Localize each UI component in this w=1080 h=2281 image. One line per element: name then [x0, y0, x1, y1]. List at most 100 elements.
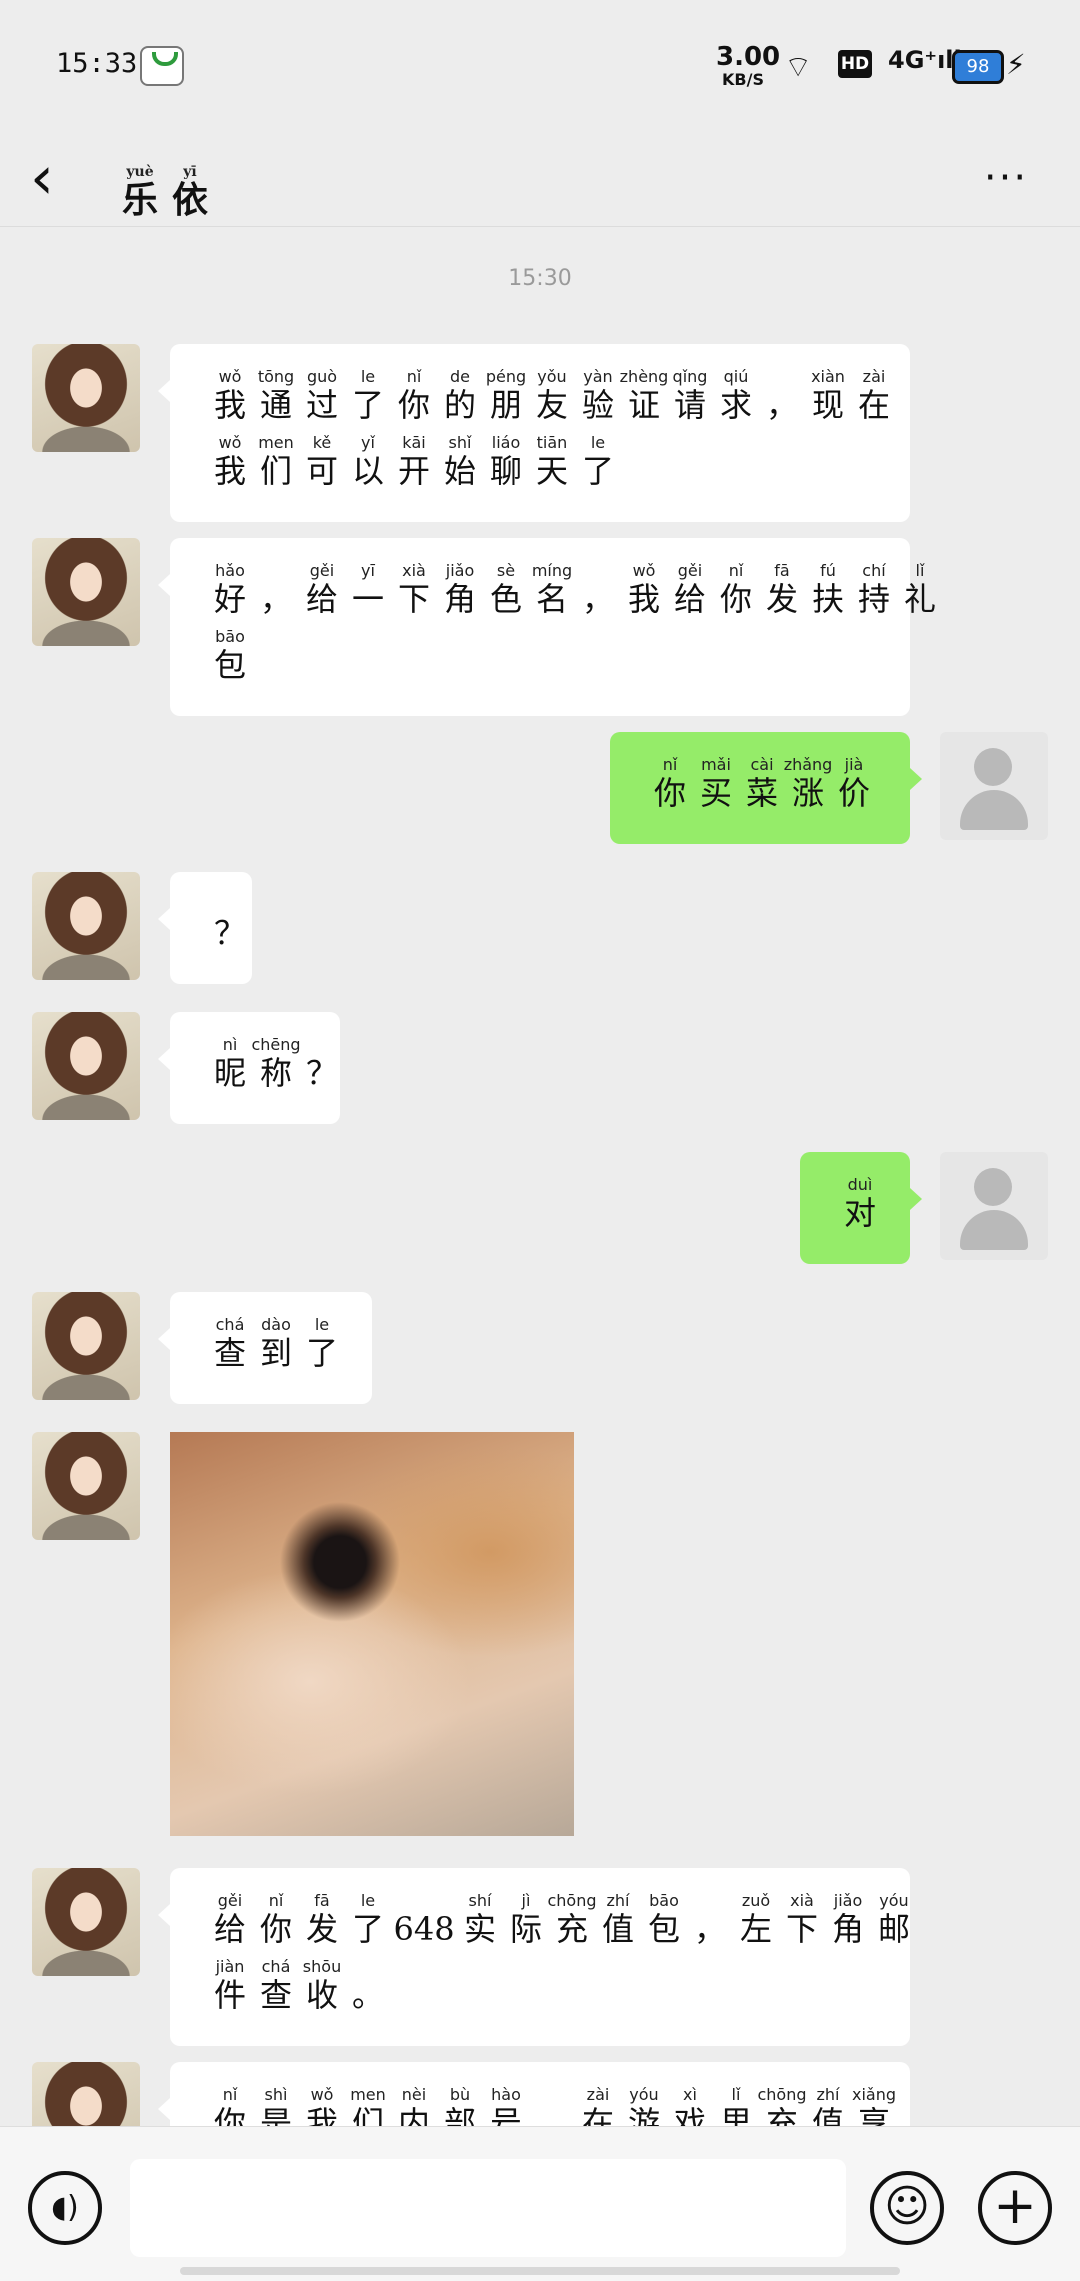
pinyin: hǎo: [215, 561, 245, 580]
hanzi: 在: [581, 2104, 614, 2126]
hanzi: 角: [831, 1910, 864, 1948]
message-line: gěi 给 nǐ 你 fā 发 le 了 648 shí 实 jì 际 chōng 充 zhí 值 bāo 包， zu…: [210, 1891, 910, 1949]
ruby-char: 。: [348, 1958, 388, 2014]
hanzi: 发: [765, 580, 798, 618]
message-bubble[interactable]: wǒ 我 tōng 通 guò 过 le 了 nǐ 你 de 的 péng 朋 yǒu 友 yàn 验 zhèng 证…: [158, 344, 910, 522]
contact-avatar[interactable]: [32, 1432, 140, 1540]
ruby-char: shōu 收: [302, 1958, 342, 2015]
ruby-char: bāo 包: [644, 1892, 684, 1949]
hanzi: 游: [627, 2104, 660, 2126]
pinyin: xià: [790, 1891, 814, 1910]
contact-avatar[interactable]: [32, 538, 140, 646]
message-bubble[interactable]: nǐ 你 shì 是 wǒ 我 men 们 nèi 内 bù 部 hào 号， zài 在 yóu 游 xì 戏 lǐ 里…: [158, 2062, 910, 2127]
pinyin: qǐng: [672, 367, 708, 386]
pinyin: jiǎo: [445, 561, 475, 580]
message-input[interactable]: [130, 2159, 846, 2257]
more-options-button[interactable]: ···: [970, 142, 1042, 214]
hd-badge: HD: [838, 50, 872, 78]
charging-icon: ⚡: [1006, 48, 1026, 81]
hanzi: 友: [535, 386, 568, 424]
ruby-char: qiú 求: [716, 368, 756, 425]
emoji-button[interactable]: ☺: [870, 2171, 944, 2245]
hanzi: ？: [213, 914, 246, 952]
pinyin: chōng: [757, 2085, 807, 2104]
message-list[interactable]: 15:30 wǒ 我 tōng 通 guò 过 le 了 nǐ 你 de 的 péng 朋 yǒu 友 yàn 验…: [0, 226, 1080, 2126]
ruby-char: chēng 称: [251, 1036, 300, 1093]
hanzi: 可: [305, 452, 338, 490]
hanzi: 一: [351, 580, 384, 618]
pinyin: lǐ: [915, 561, 925, 580]
hanzi: 部: [443, 2104, 476, 2126]
pinyin: cài: [750, 755, 774, 774]
contact-avatar[interactable]: [32, 1012, 140, 1120]
hanzi: 在: [857, 386, 890, 424]
hanzi: 过: [305, 386, 338, 424]
contact-avatar[interactable]: [32, 1292, 140, 1400]
ruby-char: xì 戏: [670, 2086, 710, 2127]
ruby-char: zuǒ 左: [736, 1892, 776, 1949]
hanzi: 朋: [489, 386, 522, 424]
my-avatar[interactable]: [940, 1152, 1048, 1260]
image-message[interactable]: [170, 1432, 574, 1836]
message-bubble[interactable]: duì 对: [800, 1152, 922, 1264]
hanzi: 你: [259, 1910, 292, 1948]
title-hanzi: 依: [171, 179, 208, 221]
ruby-char: nǐ 你: [256, 1892, 296, 1949]
ruby-char: gěi 给: [670, 562, 710, 619]
ruby-char: yóu 邮: [874, 1891, 914, 1949]
hanzi: 持: [857, 580, 890, 618]
message-bubble[interactable]: chá 查 dào 到 le 了: [158, 1292, 372, 1404]
ruby-char: ？: [210, 896, 250, 952]
hanzi: 开: [397, 452, 430, 490]
ruby-char: xià 下: [394, 562, 434, 619]
hanzi: 通: [259, 386, 292, 424]
hanzi: 实: [463, 1910, 496, 1948]
pinyin: chēng: [251, 1035, 301, 1054]
contact-avatar[interactable]: [32, 1868, 140, 1976]
ruby-char: 648: [393, 1892, 455, 1948]
message-bubble[interactable]: ？: [158, 872, 252, 984]
message-bubble[interactable]: gěi 给 nǐ 你 fā 发 le 了 648 shí 实 jì 际 chōng 充 zhí 值 bāo 包， zu…: [158, 1868, 910, 2046]
hanzi: 扶: [811, 580, 844, 618]
message-line: wǒ 我 tōng 通 guò 过 le 了 nǐ 你 de 的 péng 朋 yǒu 友 yàn 验 zhèng 证…: [210, 367, 890, 425]
message-bubble[interactable]: hǎo 好， gěi 给 yī 一 xià 下 jiǎo 角 sè 色 míng 名， wǒ 我 gěi 给 nǐ 你…: [158, 538, 936, 716]
ruby-char: shǐ 始: [440, 434, 480, 491]
pinyin: le: [360, 1891, 376, 1910]
ruby-char: yàn 验: [578, 368, 618, 425]
hanzi: 648: [393, 1910, 455, 1948]
hanzi: 求: [719, 386, 752, 424]
pinyin: fā: [314, 1891, 330, 1910]
voice-button[interactable]: ◖): [28, 2171, 102, 2245]
hanzi: 请: [673, 386, 706, 424]
contact-avatar[interactable]: [32, 344, 140, 452]
hanzi: 称: [259, 1054, 292, 1092]
message-bubble[interactable]: nǐ 你 mǎi 买 cài 菜 zhǎng 涨 jià 价: [610, 732, 922, 844]
signal-icon: 4G⁺ıll: [888, 46, 962, 74]
ruby-char: hào 号: [486, 2086, 526, 2127]
hanzi: 查: [259, 1976, 292, 2014]
more-functions-button[interactable]: +: [978, 2171, 1052, 2245]
hanzi: 下: [397, 580, 430, 618]
ruby-char: chōng 充: [547, 1892, 596, 1949]
pinyin: zhí: [606, 1891, 630, 1910]
ruby-char: kāi 开: [394, 434, 434, 491]
ruby-char: chōng 充: [757, 2086, 806, 2127]
contact-avatar[interactable]: [32, 2062, 140, 2126]
hanzi: 充: [555, 1910, 588, 1948]
message-bubble[interactable]: nì 昵 chēng 称？: [158, 1012, 340, 1124]
pinyin: wǒ: [218, 367, 242, 386]
ruby-char: nǐ 你: [394, 368, 434, 425]
hanzi: 现: [811, 386, 844, 424]
pinyin: le: [314, 1315, 330, 1334]
hanzi: 了: [581, 452, 614, 490]
hanzi: 给: [213, 1910, 246, 1948]
pinyin: nǐ: [728, 561, 744, 580]
back-button[interactable]: ‹: [30, 138, 90, 218]
ruby-char: yī 一: [348, 562, 388, 619]
my-avatar[interactable]: [940, 732, 1048, 840]
ruby-char: yǒu 友: [532, 368, 572, 425]
home-indicator: [180, 2267, 900, 2275]
ruby-char: le 了: [348, 368, 388, 425]
pinyin: yóu: [879, 1891, 909, 1910]
contact-avatar[interactable]: [32, 872, 140, 980]
